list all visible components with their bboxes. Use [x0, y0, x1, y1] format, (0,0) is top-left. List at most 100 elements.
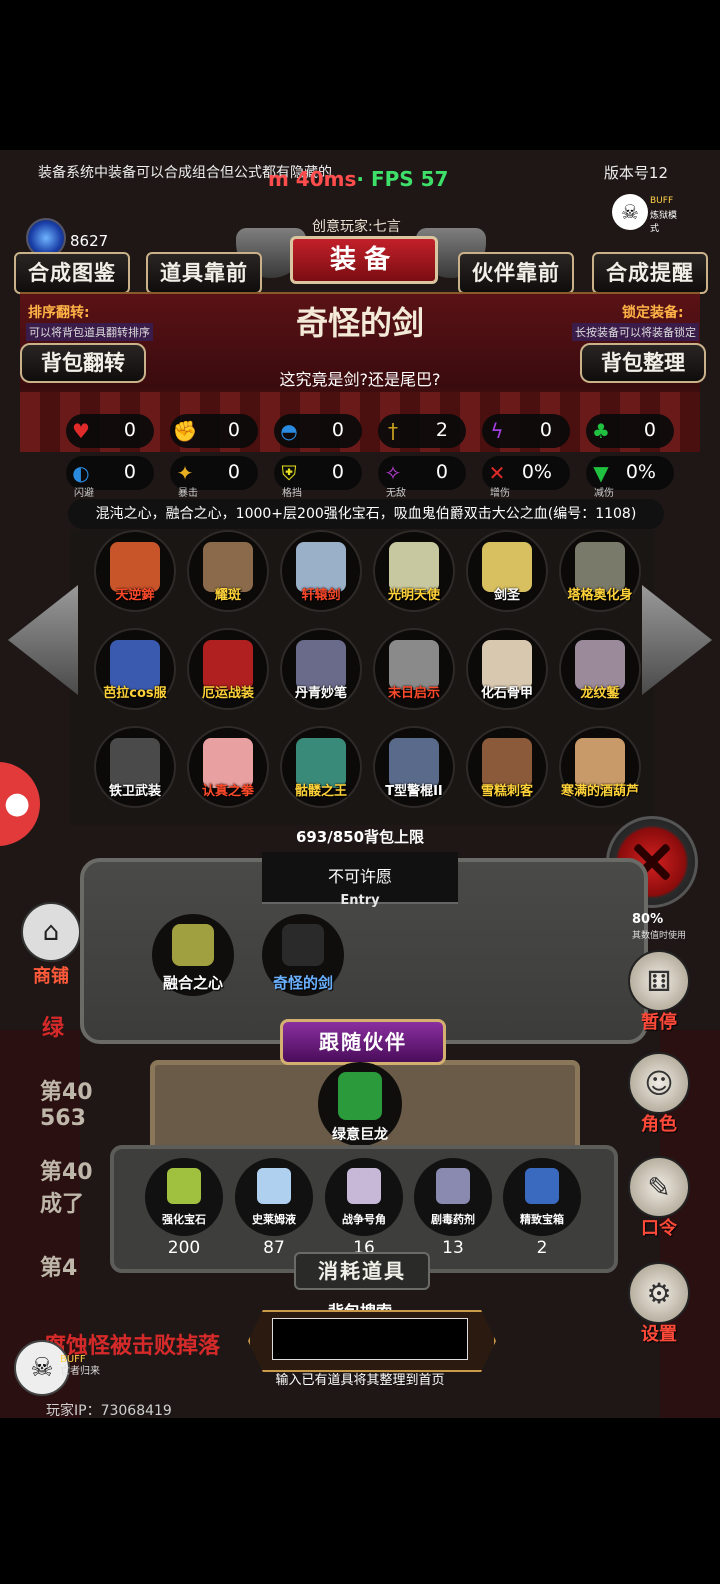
equipment-slot[interactable]: 铁卫武装: [94, 726, 176, 808]
sort-flip-hint: 可以将背包道具翻转排序: [26, 323, 153, 341]
log-line: 第4: [40, 1256, 78, 1281]
tab-items-first[interactable]: 道具靠前: [146, 252, 262, 294]
synthesis-art: [282, 924, 324, 966]
shop-label: 商铺: [33, 966, 69, 987]
equipment-slot[interactable]: 剑圣: [466, 530, 548, 612]
role-label: 角色: [641, 1114, 677, 1135]
equipment-slot[interactable]: 认真之拳: [187, 726, 269, 808]
consumable-art: [257, 1168, 291, 1204]
equipment-name: 光明天使: [387, 588, 440, 603]
role-button[interactable]: ☺ 角色: [628, 1052, 690, 1136]
equipment-slot[interactable]: T型警棍II: [373, 726, 455, 808]
stat-value: 0: [643, 419, 656, 441]
equipment-name: T型警棍II: [385, 784, 443, 799]
stat-label: 无敌: [386, 488, 406, 499]
equipment-name: 龙纹錾: [580, 686, 620, 701]
consumable-art: [347, 1168, 381, 1204]
right-percent: 80%: [632, 912, 664, 927]
consumable-slot[interactable]: 史莱姆液: [235, 1158, 313, 1236]
command-button[interactable]: ✎ 口令: [628, 1156, 690, 1240]
equipment-name: 厄运战装: [201, 686, 254, 701]
shop-button[interactable]: ⌂ 商铺: [16, 902, 86, 988]
consumable-slot[interactable]: 强化宝石: [145, 1158, 223, 1236]
synthesis-item-name: 融合之心: [162, 974, 223, 992]
consumable-slot[interactable]: 剧毒药剂: [414, 1158, 492, 1236]
consumable-slot[interactable]: 战争号角: [325, 1158, 403, 1236]
clover-icon: ♣: [592, 419, 610, 443]
log-line: 成了: [40, 1192, 85, 1217]
consumable-art: [436, 1168, 470, 1204]
consumable-slot[interactable]: 精致宝箱: [503, 1158, 581, 1236]
consumable-art: [525, 1168, 559, 1204]
consumable-name: 史莱姆液: [252, 1213, 296, 1226]
equipment-name: 丹青妙笔: [294, 686, 347, 701]
dice-button[interactable]: ⚅ 暂停: [628, 950, 690, 1034]
stat-value: 2: [435, 419, 448, 441]
equipment-slot[interactable]: 龙纹錾: [559, 628, 641, 710]
helmet-icon: ◓: [280, 419, 298, 443]
buff-label: BUFF: [650, 196, 674, 206]
equipment-name: 寒满的酒葫芦: [560, 784, 639, 799]
sword-icon: †: [388, 419, 398, 443]
stat-item: ◓ 0: [274, 414, 362, 448]
log-line-green: 绿: [42, 1016, 65, 1041]
buff-mode-badge[interactable]: ☠ BUFF 炼狱模式: [612, 190, 682, 234]
consumable-count: 200: [167, 1238, 201, 1258]
follow-companion-title: 跟随伙伴: [280, 1019, 446, 1065]
strength-icon: ✊: [172, 419, 198, 443]
equipment-slot[interactable]: 天逆鉾: [94, 530, 176, 612]
equipment-name: 轩辕剑: [301, 588, 341, 603]
fps-counter: m 40ms· FPS 57: [268, 167, 448, 191]
equipment-slot[interactable]: 耀斑: [187, 530, 269, 612]
equipment-slot[interactable]: 骷髅之王: [280, 726, 362, 808]
equipment-slot[interactable]: 末日启示: [373, 628, 455, 710]
stat-value: 0%: [521, 461, 552, 483]
synthesis-slot[interactable]: 奇怪的剑: [262, 914, 344, 996]
equipment-slot[interactable]: 厄运战装: [187, 628, 269, 710]
equipment-name: 耀斑: [214, 588, 241, 603]
stat-item: ϟ0: [482, 414, 570, 448]
dice-icon: ⚅: [628, 950, 690, 1012]
consumable-name: 战争号角: [342, 1213, 386, 1226]
equipment-slot[interactable]: 丹青妙笔: [280, 628, 362, 710]
consumable-count: 2: [536, 1238, 548, 1258]
lock-equipment-label: 锁定装备:: [622, 305, 684, 321]
stat-item: ✕ 0% 增伤: [482, 456, 570, 499]
dragon-icon: ☠: [612, 194, 648, 230]
consumable-art: [167, 1168, 201, 1204]
bag-sort-button[interactable]: 背包整理: [580, 343, 706, 383]
stat-label: 暴击: [178, 488, 198, 499]
bag-flip-button[interactable]: 背包翻转: [20, 343, 146, 383]
player-ip: 玩家IP：73068419: [46, 1403, 172, 1419]
tab-partners-first[interactable]: 伙伴靠前: [458, 252, 574, 294]
lock-equipment-hint: 长按装备可以将装备锁定: [572, 323, 699, 341]
equipment-slot[interactable]: 芭拉cos服: [94, 628, 176, 710]
stat-item: ✧ 0 无敌: [378, 456, 466, 499]
companion-slot[interactable]: 绿意巨龙: [318, 1062, 402, 1146]
stat-value: 0: [227, 419, 240, 441]
synthesis-art: [172, 924, 214, 966]
equipment-slot[interactable]: 轩辕剑: [280, 530, 362, 612]
log-line: 第40: [40, 1080, 93, 1105]
tab-synthesis-guide[interactable]: 合成图鉴: [14, 252, 130, 294]
log-line: 第40: [40, 1160, 93, 1185]
equipment-slot[interactable]: 光明天使: [373, 530, 455, 612]
equipment-slot[interactable]: 塔格奥化身: [559, 530, 641, 612]
equipment-name: 化石骨甲: [480, 686, 533, 701]
stat-item: ◐ 0 闪避: [66, 456, 154, 499]
user-icon: ●: [4, 786, 31, 821]
equipment-slot[interactable]: 寒满的酒葫芦: [559, 726, 641, 808]
tab-synthesis-reminder[interactable]: 合成提醒: [592, 252, 708, 294]
entry-label: Entry: [340, 893, 380, 908]
equipment-slot[interactable]: 雪糕刺客: [466, 726, 548, 808]
stat-item: † 2: [378, 414, 466, 448]
bag-search-input[interactable]: [272, 1318, 468, 1360]
right-percent-sub: 其数值时使用: [632, 931, 687, 941]
stat-item: ✦ 0 暴击: [170, 456, 258, 499]
equipment-slot[interactable]: 化石骨甲: [466, 628, 548, 710]
item-skills: 混沌之心，融合之心，1000+层200强化宝石，吸血鬼伯爵双击大公之血(编号：1…: [68, 499, 664, 529]
role-icon: ☺: [628, 1052, 690, 1114]
synthesis-slot[interactable]: 融合之心: [152, 914, 234, 996]
consumable-name: 精致宝箱: [520, 1213, 564, 1226]
stat-value: 0: [331, 419, 344, 441]
